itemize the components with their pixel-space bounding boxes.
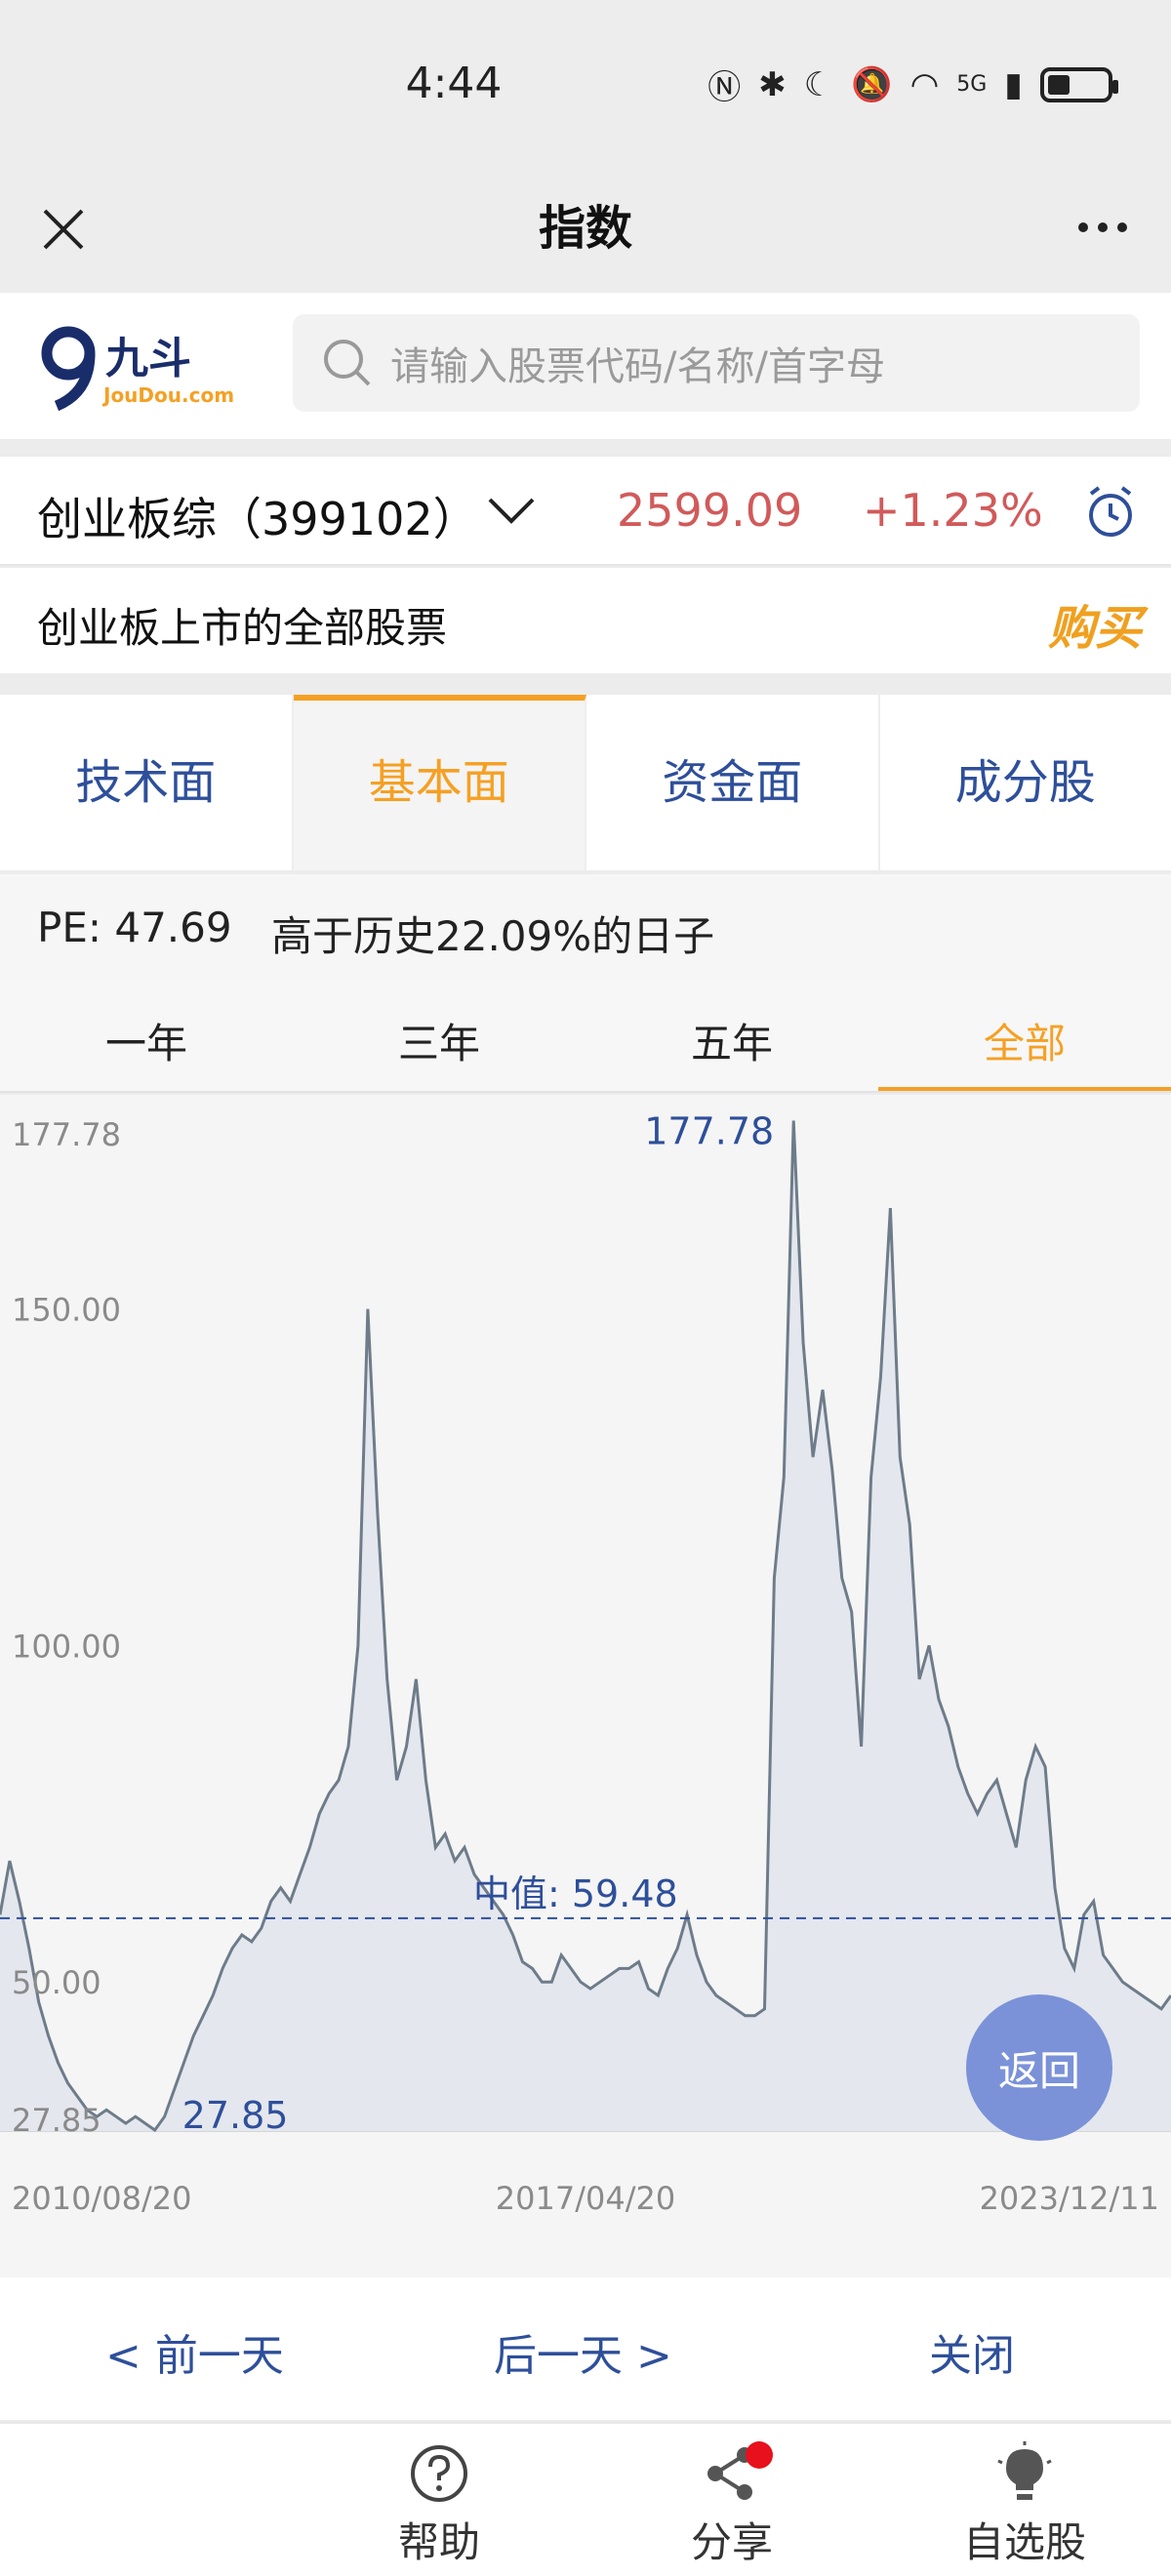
- tab-capital[interactable]: 资金面: [586, 695, 880, 870]
- tab-fundamental[interactable]: 基本面: [293, 695, 586, 870]
- period-tabs: 一年 三年 五年 全部: [0, 982, 1171, 1093]
- pe-description: 高于历史22.09%的日子: [271, 912, 715, 960]
- y-tick-label: 50.00: [12, 1964, 101, 2001]
- close-chart-button[interactable]: 关闭: [929, 2320, 1015, 2383]
- prev-day-button[interactable]: < 前一天: [105, 2320, 284, 2383]
- title-bar: 指数: [0, 166, 1171, 293]
- page-title: 指数: [538, 201, 632, 256]
- period-tab-3y[interactable]: 三年: [293, 982, 586, 1091]
- index-name: 创业板综（399102）: [37, 493, 478, 545]
- index-description: 创业板上市的全部股票: [37, 604, 448, 652]
- signal-icon: ▮: [1004, 64, 1023, 104]
- period-tab-1y[interactable]: 一年: [0, 982, 293, 1091]
- y-tick-label: 27.85: [12, 2102, 101, 2139]
- help-icon: [411, 2445, 467, 2502]
- nav-watchlist-label: 自选股: [962, 2518, 1086, 2566]
- lightbulb-icon: [997, 2441, 1052, 2500]
- index-change: +1.23%: [863, 484, 1043, 537]
- x-tick-label: 2017/04/20: [496, 2180, 675, 2217]
- median-label: 中值: 59.48: [473, 1872, 678, 1915]
- pe-value: PE: 47.69: [37, 904, 232, 951]
- search-icon: [324, 340, 371, 386]
- nav-share-label: 分享: [690, 2518, 773, 2566]
- network-label: 5G: [956, 72, 988, 97]
- svg-text:JouDou.com: JouDou.com: [101, 383, 234, 407]
- tab-technical[interactable]: 技术面: [0, 695, 294, 870]
- joudou-logo: 九斗 JouDou.com: [39, 324, 273, 412]
- next-day-button[interactable]: 后一天 >: [494, 2320, 672, 2383]
- battery-icon: [1040, 66, 1118, 102]
- more-button[interactable]: [1064, 193, 1142, 262]
- mute-icon: 🔕: [851, 64, 893, 104]
- main-tabs: 技术面 基本面 资金面 成分股: [0, 695, 1171, 870]
- more-icon: [1078, 222, 1088, 232]
- y-tick-label: 100.00: [12, 1628, 121, 1665]
- back-button[interactable]: 返回: [966, 1994, 1112, 2141]
- chevron-down-icon[interactable]: [482, 486, 541, 535]
- bottom-nav: 帮助 分享 自选股: [0, 2422, 1171, 2576]
- max-value-label: 177.78: [644, 1109, 774, 1152]
- x-axis: 2010/08/20 2017/04/20 2023/12/11: [12, 2180, 1159, 2217]
- alarm-clock-icon[interactable]: [1083, 482, 1138, 541]
- bluetooth-icon: ✱: [758, 64, 787, 104]
- period-tab-all[interactable]: 全部: [878, 982, 1171, 1091]
- min-value-label: 27.85: [182, 2094, 289, 2137]
- svg-text:九斗: 九斗: [105, 334, 191, 383]
- nav-help[interactable]: 帮助: [342, 2441, 537, 2569]
- tab-constituents[interactable]: 成分股: [880, 695, 1171, 870]
- y-tick-label: 150.00: [12, 1292, 121, 1329]
- nav-help-label: 帮助: [397, 2518, 480, 2566]
- notification-dot: [746, 2441, 773, 2469]
- x-tick-label: 2023/12/11: [980, 2180, 1159, 2217]
- buy-button[interactable]: 购买: [1048, 589, 1142, 658]
- pe-row: PE: 47.69 高于历史22.09%的日子: [0, 874, 1171, 982]
- y-tick-label: 177.78: [12, 1116, 121, 1153]
- status-icons: Ⓝ ✱ ☾ 🔕 ◠ 5G ▮: [707, 60, 1118, 108]
- nav-share[interactable]: 分享: [634, 2441, 829, 2569]
- y-axis: 177.78 150.00 100.00 50.00 27.85: [12, 1116, 121, 2139]
- description-row: 创业板上市的全部股票 购买: [0, 568, 1171, 673]
- search-input[interactable]: 请输入股票代码/名称/首字母: [293, 314, 1140, 412]
- search-placeholder: 请输入股票代码/名称/首字母: [390, 344, 885, 389]
- index-price: 2599.09: [617, 484, 803, 537]
- index-row[interactable]: 创业板综（399102） 2599.09 +1.23%: [0, 457, 1171, 566]
- status-bar: 4:44 Ⓝ ✱ ☾ 🔕 ◠ 5G ▮: [0, 0, 1171, 166]
- series-area: [0, 1120, 1171, 2131]
- x-tick-label: 2010/08/20: [12, 2180, 191, 2217]
- nfc-icon: Ⓝ: [707, 68, 742, 107]
- period-tab-5y[interactable]: 五年: [586, 982, 878, 1091]
- day-navigation: < 前一天 后一天 > 关闭: [0, 2277, 1171, 2420]
- nav-watchlist[interactable]: 自选股: [927, 2441, 1122, 2569]
- search-row: 九斗 JouDou.com 请输入股票代码/名称/首字母: [0, 293, 1171, 439]
- moon-icon: ☾: [803, 64, 834, 104]
- wifi-icon: ◠: [909, 64, 940, 104]
